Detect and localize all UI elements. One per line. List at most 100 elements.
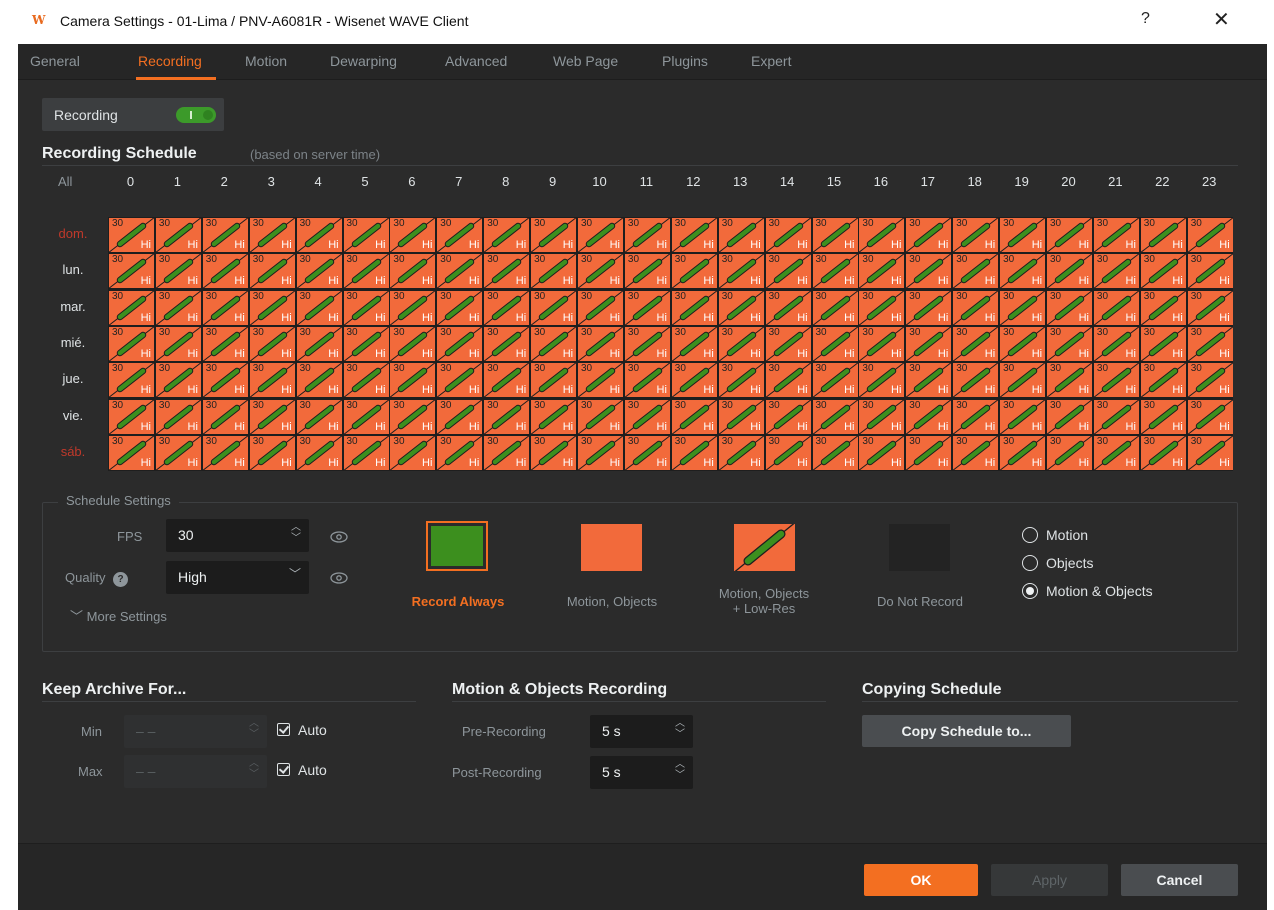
recording-switch[interactable] (176, 107, 216, 123)
schedule-cell[interactable]: 30 Hi (718, 326, 764, 361)
min-spin-arrows[interactable]: ︿ ﹀ (249, 718, 259, 740)
schedule-cell[interactable]: 30 Hi (390, 326, 436, 361)
close-icon[interactable]: ✕ (1213, 7, 1230, 32)
schedule-cell[interactable]: 30 Hi (765, 435, 811, 470)
hour-header-14[interactable]: 14 (767, 174, 807, 189)
schedule-cell[interactable]: 30 Hi (484, 326, 530, 361)
post-spin-arrows[interactable]: ︿ ﹀ (675, 759, 685, 781)
schedule-cell[interactable]: 30 Hi (437, 363, 483, 398)
schedule-cell[interactable]: 30 Hi (390, 399, 436, 434)
schedule-cell[interactable]: 30 Hi (859, 363, 905, 398)
schedule-cell[interactable]: 30 Hi (1140, 399, 1186, 434)
schedule-cell[interactable]: 30 Hi (953, 254, 999, 289)
schedule-cell[interactable]: 30 Hi (812, 363, 858, 398)
motion-objects-lowres-swatch[interactable] (734, 524, 795, 571)
schedule-cell[interactable]: 30 Hi (296, 326, 342, 361)
post-recording-spinbox[interactable]: 5 s ︿ ﹀ (590, 756, 693, 789)
schedule-cell[interactable]: 30 Hi (953, 399, 999, 434)
schedule-cell[interactable]: 30 Hi (859, 254, 905, 289)
schedule-cell[interactable]: 30 Hi (484, 290, 530, 325)
schedule-cell[interactable]: 30 Hi (765, 290, 811, 325)
schedule-cell[interactable]: 30 Hi (296, 399, 342, 434)
schedule-cell[interactable]: 30 Hi (484, 399, 530, 434)
schedule-cell[interactable]: 30 Hi (531, 218, 577, 252)
schedule-cell[interactable]: 30 Hi (812, 254, 858, 289)
schedule-cell[interactable]: 30 Hi (437, 435, 483, 470)
schedule-cell[interactable]: 30 Hi (624, 290, 670, 325)
tab-motion[interactable]: Motion (245, 53, 287, 69)
schedule-cell[interactable]: 30 Hi (953, 435, 999, 470)
schedule-cell[interactable]: 30 Hi (437, 399, 483, 434)
schedule-cell[interactable]: 30 Hi (578, 363, 623, 398)
schedule-cell[interactable]: 30 Hi (765, 363, 811, 398)
schedule-cell[interactable]: 30 Hi (155, 399, 201, 434)
schedule-cell[interactable]: 30 Hi (484, 254, 530, 289)
schedule-cell[interactable]: 30 Hi (343, 326, 389, 361)
schedule-cell[interactable]: 30 Hi (1000, 254, 1046, 289)
cancel-button[interactable]: Cancel (1121, 864, 1238, 896)
hour-header-9[interactable]: 9 (533, 174, 573, 189)
schedule-cell[interactable]: 30 Hi (1093, 363, 1139, 398)
schedule-cell[interactable]: 30 Hi (296, 254, 342, 289)
schedule-cell[interactable]: 30 Hi (1047, 254, 1092, 289)
schedule-cell[interactable]: 30 Hi (812, 290, 858, 325)
schedule-cell[interactable]: 30 Hi (1140, 254, 1186, 289)
hour-header-3[interactable]: 3 (251, 174, 291, 189)
schedule-cell[interactable]: 30 Hi (202, 399, 248, 434)
schedule-cell[interactable]: 30 Hi (109, 254, 154, 289)
schedule-cell[interactable]: 30 Hi (859, 326, 905, 361)
schedule-cell[interactable]: 30 Hi (437, 254, 483, 289)
ok-button[interactable]: OK (864, 864, 978, 896)
tab-dewarping[interactable]: Dewarping (330, 53, 397, 69)
record-always-swatch[interactable] (426, 521, 488, 571)
schedule-cell[interactable]: 30 Hi (906, 326, 952, 361)
schedule-cell[interactable]: 30 Hi (812, 218, 858, 252)
fps-spin-arrows[interactable]: ︿ ﹀ (291, 522, 301, 544)
schedule-cell[interactable]: 30 Hi (296, 435, 342, 470)
schedule-cell[interactable]: 30 Hi (390, 290, 436, 325)
schedule-cell[interactable]: 30 Hi (718, 363, 764, 398)
schedule-cell[interactable]: 30 Hi (484, 218, 530, 252)
fps-spinbox[interactable]: 30 ︿ ﹀ (166, 519, 309, 552)
schedule-cell[interactable]: 30 Hi (1000, 399, 1046, 434)
schedule-cell[interactable]: 30 Hi (343, 435, 389, 470)
schedule-cell[interactable]: 30 Hi (1187, 290, 1233, 325)
schedule-cell[interactable]: 30 Hi (437, 218, 483, 252)
select-all-cell[interactable]: All (58, 174, 72, 189)
min-auto-checkbox[interactable]: Auto (277, 722, 327, 738)
schedule-cell[interactable]: 30 Hi (1047, 326, 1092, 361)
schedule-cell[interactable]: 30 Hi (1187, 363, 1233, 398)
schedule-cell[interactable]: 30 Hi (249, 435, 295, 470)
schedule-cell[interactable]: 30 Hi (390, 218, 436, 252)
schedule-cell[interactable]: 30 Hi (1140, 435, 1186, 470)
schedule-cell[interactable]: 30 Hi (155, 363, 201, 398)
schedule-cell[interactable]: 30 Hi (296, 218, 342, 252)
schedule-cell[interactable]: 30 Hi (1000, 435, 1046, 470)
schedule-cell[interactable]: 30 Hi (765, 326, 811, 361)
schedule-cell[interactable]: 30 Hi (155, 326, 201, 361)
schedule-cell[interactable]: 30 Hi (531, 254, 577, 289)
schedule-cell[interactable]: 30 Hi (531, 290, 577, 325)
max-auto-checkbox[interactable]: Auto (277, 762, 327, 778)
day-header[interactable]: jue. (42, 371, 104, 386)
schedule-cell[interactable]: 30 Hi (953, 218, 999, 252)
hour-header-10[interactable]: 10 (580, 174, 620, 189)
schedule-cell[interactable]: 30 Hi (578, 290, 623, 325)
schedule-cell[interactable]: 30 Hi (531, 399, 577, 434)
schedule-cell[interactable]: 30 Hi (953, 363, 999, 398)
schedule-cell[interactable]: 30 Hi (109, 218, 154, 252)
schedule-cell[interactable]: 30 Hi (249, 290, 295, 325)
hour-header-18[interactable]: 18 (955, 174, 995, 189)
schedule-cell[interactable]: 30 Hi (578, 254, 623, 289)
schedule-cell[interactable]: 30 Hi (812, 435, 858, 470)
schedule-cell[interactable]: 30 Hi (671, 435, 717, 470)
hour-header-0[interactable]: 0 (111, 174, 151, 189)
schedule-cell[interactable]: 30 Hi (1000, 363, 1046, 398)
schedule-cell[interactable]: 30 Hi (859, 399, 905, 434)
hour-header-17[interactable]: 17 (908, 174, 948, 189)
motion-objects-swatch[interactable] (581, 524, 642, 571)
schedule-cell[interactable]: 30 Hi (671, 290, 717, 325)
schedule-cell[interactable]: 30 Hi (249, 254, 295, 289)
schedule-cell[interactable]: 30 Hi (531, 326, 577, 361)
schedule-cell[interactable]: 30 Hi (1093, 290, 1139, 325)
